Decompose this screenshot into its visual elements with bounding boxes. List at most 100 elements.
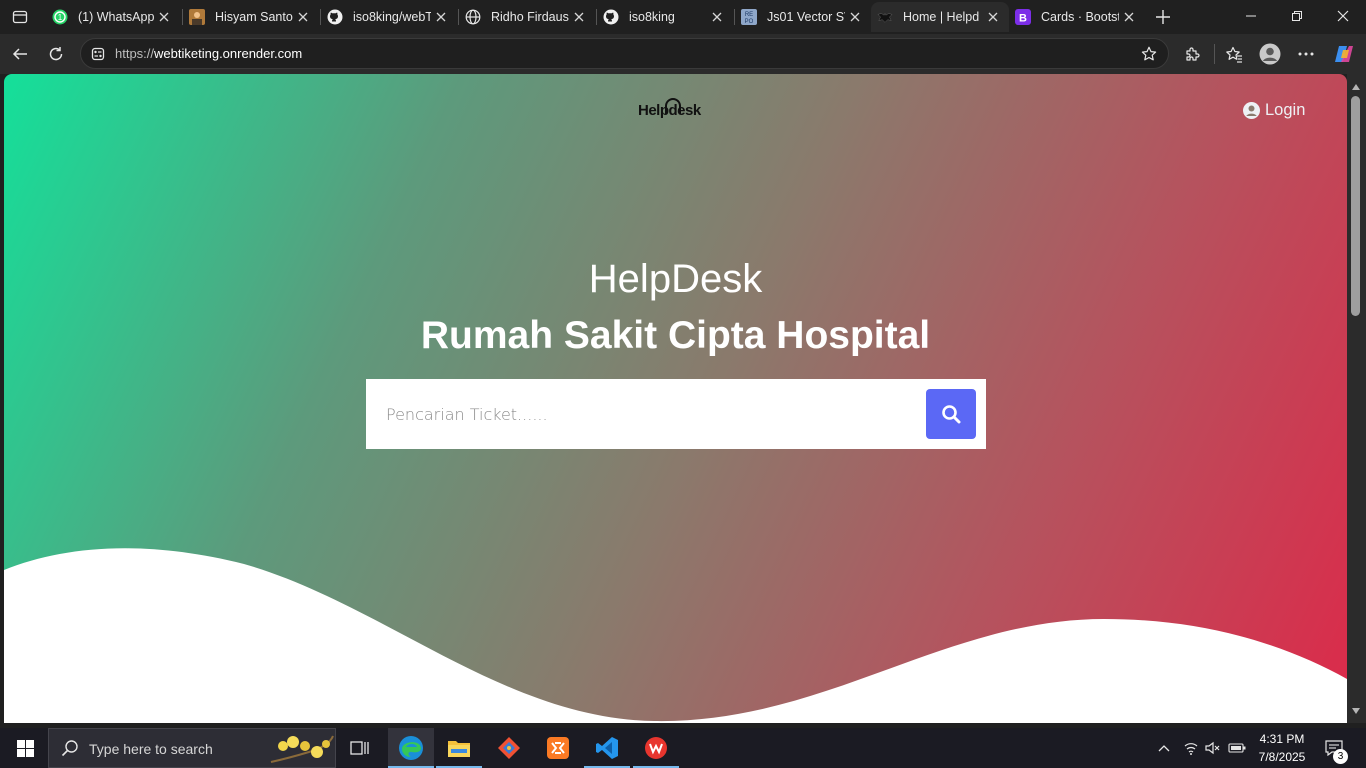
scroll-down-arrow-icon[interactable] — [1352, 708, 1360, 714]
github-icon — [603, 9, 619, 25]
svg-text:B: B — [1019, 13, 1027, 25]
close-icon[interactable] — [707, 7, 727, 27]
github-icon — [327, 9, 343, 25]
site-logo[interactable]: Helpdesk — [638, 98, 701, 119]
avatar-icon — [189, 9, 205, 25]
taskbar-file-explorer[interactable] — [436, 728, 482, 768]
restore-button[interactable] — [1274, 0, 1320, 32]
battery-button[interactable] — [1226, 728, 1248, 768]
back-button[interactable] — [6, 40, 34, 68]
battery-icon — [1228, 743, 1246, 753]
toolbar-divider — [1214, 44, 1215, 64]
close-icon[interactable] — [983, 7, 1003, 27]
chevron-up-icon — [1158, 745, 1170, 752]
new-tab-button[interactable] — [1150, 4, 1176, 30]
taskbar-xampp[interactable] — [535, 728, 581, 768]
tab-actions-button[interactable] — [6, 4, 34, 30]
browser-toolbar: https://webtiketing.onrender.com — [0, 34, 1366, 74]
minimize-icon — [1246, 15, 1256, 17]
profile-button[interactable] — [1256, 40, 1284, 68]
refresh-button[interactable] — [42, 40, 70, 68]
scrollbar-thumb[interactable] — [1351, 96, 1360, 316]
address-bar[interactable]: https://webtiketing.onrender.com — [80, 38, 1169, 69]
url-text: https://webtiketing.onrender.com — [115, 46, 302, 61]
repo-icon: RE PO — [741, 9, 757, 25]
login-link[interactable]: Login — [1243, 101, 1305, 120]
favorites-button[interactable] — [1220, 40, 1248, 68]
volume-muted-icon — [1205, 741, 1220, 755]
taskbar-vscode[interactable] — [584, 728, 630, 768]
url-host: webtiketing.onrender.com — [154, 46, 303, 61]
show-hidden-icons-button[interactable] — [1154, 728, 1174, 768]
clock-time: 4:31 PM — [1259, 732, 1305, 746]
system-clock[interactable]: 4:31 PM 7/8/2025 — [1246, 730, 1318, 766]
decorative-wave — [4, 548, 1347, 723]
page-viewport: Helpdesk Login HelpDesk Rumah Sakit Cipt… — [4, 74, 1347, 723]
tab-hisyam[interactable]: Hisyam Santos — [183, 2, 319, 32]
favorite-star-icon[interactable] — [1141, 46, 1157, 62]
copilot-button[interactable] — [1330, 40, 1358, 68]
search-button[interactable] — [926, 389, 976, 439]
folder-icon — [448, 741, 470, 757]
tab-bootstrap-cards[interactable]: B Cards · Bootstr — [1009, 2, 1145, 32]
tab-title: Ridho Firdaus — [491, 10, 569, 24]
tab-title: Home | Helpd — [903, 10, 980, 24]
page-scrollbar[interactable] — [1347, 74, 1366, 723]
taskbar-git[interactable] — [486, 728, 532, 768]
close-icon[interactable] — [154, 7, 174, 27]
tab-whatsapp[interactable]: 1 (1) WhatsApp — [46, 2, 180, 32]
headset-icon — [665, 98, 681, 114]
site-info-icon[interactable] — [91, 47, 105, 61]
more-horizontal-icon — [1298, 52, 1314, 56]
close-icon[interactable] — [569, 7, 589, 27]
browser-tab-strip: 1 (1) WhatsApp Hisyam Santos iso8king/we… — [0, 0, 1366, 34]
page-subtitle: Rumah Sakit Cipta Hospital — [420, 314, 931, 357]
close-window-button[interactable] — [1320, 0, 1366, 32]
close-icon[interactable] — [293, 7, 313, 27]
tab-ridho[interactable]: Ridho Firdaus — [459, 2, 595, 32]
extensions-button[interactable] — [1178, 40, 1206, 68]
refresh-icon — [49, 47, 63, 61]
wps-icon — [645, 737, 667, 759]
tab-js01-vector[interactable]: RE PO Js01 Vector SV — [735, 2, 871, 32]
tab-actions-icon — [12, 10, 28, 24]
scroll-up-arrow-icon[interactable] — [1352, 84, 1360, 90]
taskbar-search-placeholder: Type here to search — [89, 741, 213, 757]
puzzle-icon — [1185, 46, 1200, 61]
restore-icon — [1292, 11, 1302, 21]
start-button[interactable] — [4, 728, 46, 768]
ticket-search-input[interactable] — [366, 379, 914, 449]
minimize-button[interactable] — [1228, 0, 1274, 32]
favorites-icon — [1226, 46, 1242, 63]
url-prefix: https:// — [115, 46, 155, 61]
windows-taskbar: Type here to search 4:31 PM 7/8/2025 3 — [0, 728, 1366, 768]
taskbar-search-box[interactable]: Type here to search — [48, 728, 336, 768]
svg-text:1: 1 — [58, 13, 63, 22]
windows-logo-icon — [16, 739, 34, 757]
git-icon — [498, 737, 520, 759]
tab-title: iso8king/webT — [353, 10, 431, 24]
user-circle-icon — [1243, 102, 1260, 119]
clock-date: 7/8/2025 — [1258, 750, 1306, 764]
tab-title: Hisyam Santos — [215, 10, 293, 24]
svg-text:PO: PO — [745, 19, 754, 25]
arrow-left-icon — [12, 48, 27, 60]
search-icon — [61, 740, 78, 757]
copilot-icon — [1335, 46, 1353, 62]
taskbar-edge[interactable] — [388, 728, 434, 768]
network-button[interactable] — [1180, 728, 1202, 768]
tab-github-repo[interactable]: iso8king/webT — [321, 2, 457, 32]
taskbar-wps-office[interactable] — [633, 728, 679, 768]
plus-icon — [1156, 10, 1170, 24]
settings-menu-button[interactable] — [1292, 40, 1320, 68]
close-icon[interactable] — [845, 7, 865, 27]
tab-github-profile[interactable]: iso8king — [597, 2, 733, 32]
task-view-button[interactable] — [337, 728, 383, 768]
tab-helpdesk-home[interactable]: Home | Helpd — [871, 2, 1009, 32]
volume-button[interactable] — [1202, 728, 1224, 768]
close-icon[interactable] — [1119, 7, 1139, 27]
avatar-icon — [1259, 43, 1281, 65]
vscode-icon — [596, 737, 618, 759]
close-icon — [1337, 10, 1349, 22]
close-icon[interactable] — [431, 7, 451, 27]
